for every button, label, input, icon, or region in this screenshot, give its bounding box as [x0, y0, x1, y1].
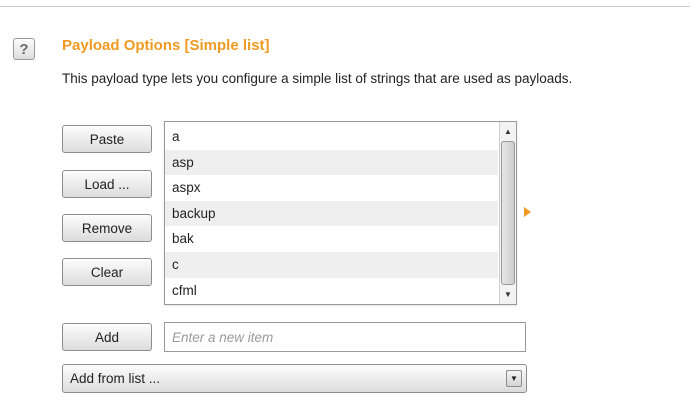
- payload-list[interactable]: a asp aspx backup bak c cfml ▲ ▼: [164, 121, 517, 305]
- payload-list-items: a asp aspx backup bak c cfml: [165, 124, 498, 303]
- scroll-thumb[interactable]: [501, 141, 515, 285]
- section-title: Payload Options [Simple list]: [62, 37, 270, 54]
- list-item[interactable]: bak: [165, 226, 498, 252]
- add-from-list-selected: Add from list ...: [70, 371, 161, 386]
- list-item[interactable]: asp: [165, 149, 498, 176]
- remove-button[interactable]: Remove: [62, 214, 152, 242]
- list-scrollbar[interactable]: ▲ ▼: [499, 122, 516, 304]
- list-item[interactable]: cfml: [165, 278, 498, 304]
- scroll-down-icon[interactable]: ▼: [501, 287, 515, 302]
- clear-button[interactable]: Clear: [62, 258, 152, 286]
- chevron-down-icon[interactable]: ▼: [506, 370, 522, 387]
- help-icon[interactable]: ?: [13, 38, 35, 60]
- new-item-input[interactable]: [164, 322, 526, 352]
- list-item[interactable]: a: [165, 124, 498, 150]
- list-item[interactable]: aspx: [165, 175, 498, 201]
- list-item[interactable]: c: [165, 251, 498, 278]
- expand-arrow-icon[interactable]: [524, 207, 531, 217]
- section-description: This payload type lets you configure a s…: [62, 71, 573, 86]
- paste-button[interactable]: Paste: [62, 125, 152, 153]
- add-from-list-select[interactable]: Add from list ... ▼: [62, 364, 527, 393]
- top-divider: [0, 6, 690, 7]
- list-item[interactable]: backup: [165, 200, 498, 227]
- load-button[interactable]: Load ...: [62, 170, 152, 198]
- add-button[interactable]: Add: [62, 323, 152, 351]
- scroll-up-icon[interactable]: ▲: [501, 124, 515, 139]
